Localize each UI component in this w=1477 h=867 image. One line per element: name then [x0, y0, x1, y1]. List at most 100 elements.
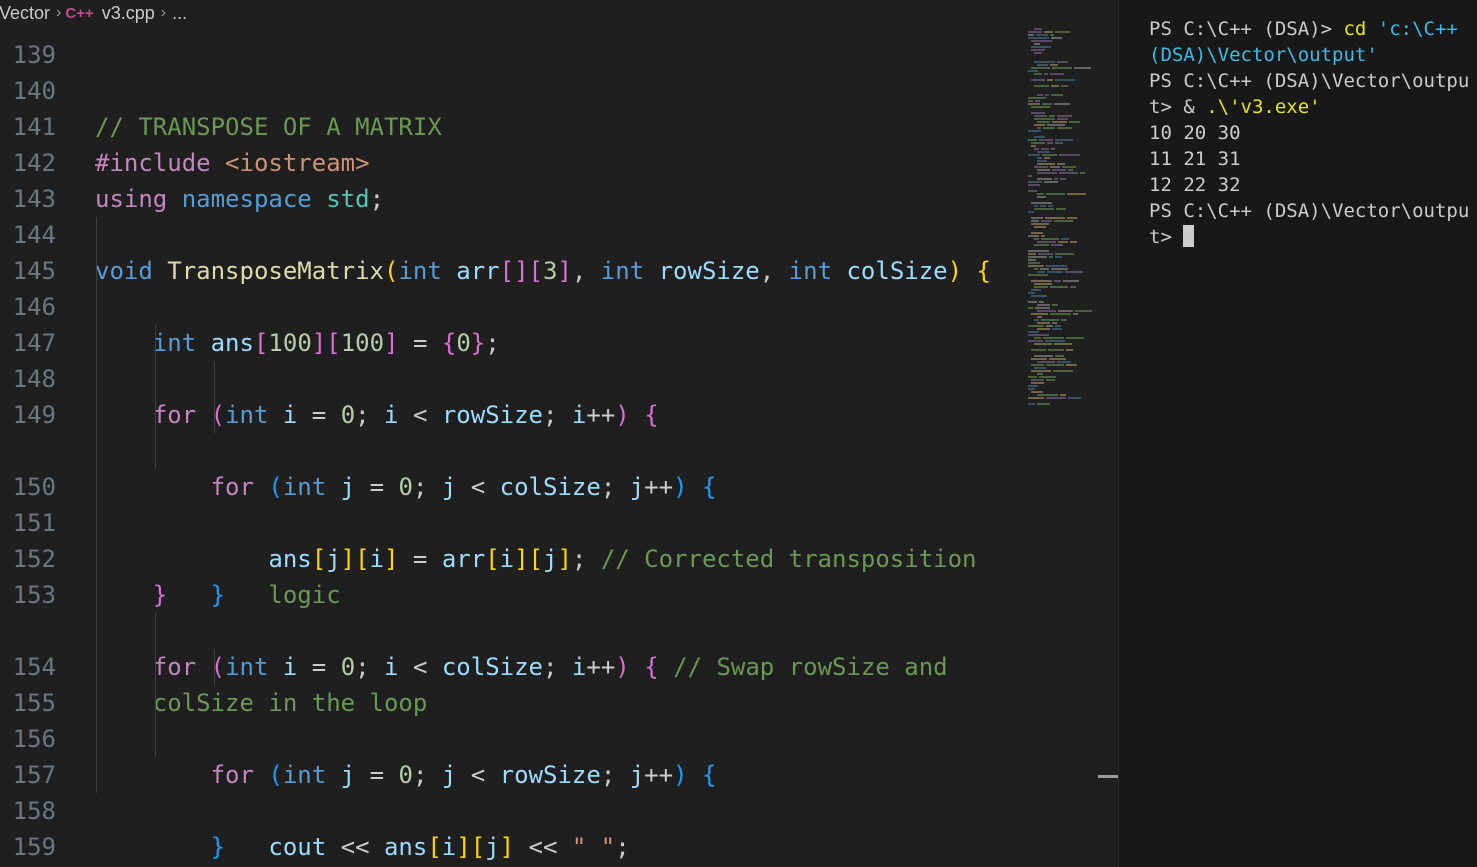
breadcrumb-folder[interactable]: Vector [0, 3, 52, 24]
minimap-stripe [1028, 184, 1040, 186]
minimap-stripe [1039, 139, 1053, 141]
breadcrumb-file[interactable]: v3.cpp [100, 3, 157, 24]
minimap-stripe [1051, 148, 1055, 150]
minimap-stripe [1049, 256, 1053, 258]
code-lines: 139 140 // TRANSPOSE OF A MATRIX 141 #in… [0, 26, 1020, 865]
minimap-stripe [1052, 304, 1058, 306]
terminal-output-text: 10 20 30 [1149, 122, 1241, 144]
minimap-stripe [1031, 106, 1050, 108]
minimap-stripe [1037, 322, 1050, 324]
minimap-stripe [1028, 376, 1037, 378]
code-line: 160 [0, 829, 1020, 865]
minimap-stripe [1028, 175, 1032, 177]
minimap-stripe [1037, 328, 1050, 330]
minimap-stripe [1028, 100, 1033, 102]
indent-guide [155, 649, 156, 685]
minimap-stripe [1050, 64, 1058, 66]
minimap-stripe [1028, 307, 1033, 309]
minimap-stripe [1044, 73, 1048, 75]
terminal-panel[interactable]: PS C:\C++ (DSA)> cd 'c:\C++ (DSA)\Vector… [1119, 0, 1477, 867]
minimap-stripe [1050, 34, 1054, 36]
indent-guide [155, 433, 156, 469]
minimap-stripe [1028, 331, 1039, 333]
minimap-stripe [1054, 178, 1058, 180]
terminal-output-text: 11 21 31 [1149, 148, 1241, 170]
minimap-stripe [1073, 313, 1078, 315]
minimap-stripe [1059, 172, 1078, 174]
minimap-stripe [1028, 250, 1049, 252]
indent-guide [96, 577, 97, 613]
code-line: 143 [0, 145, 1020, 213]
minimap-stripe [1034, 52, 1042, 54]
terminal-argument: (DSA)\Vector\output' [1149, 44, 1378, 66]
minimap-stripe [1028, 274, 1048, 276]
minimap-stripe [1028, 139, 1037, 141]
minimap-stripe [1044, 31, 1053, 33]
indent-guide [96, 253, 97, 289]
terminal-line: (DSA)\Vector\output' [1149, 42, 1469, 68]
minimap-stripe [1052, 328, 1062, 330]
minimap-stripe [1028, 388, 1035, 390]
minimap-stripe [1068, 397, 1081, 399]
indent-guide [96, 505, 97, 541]
minimap-stripe [1075, 310, 1092, 312]
minimap-stripe [1037, 310, 1056, 312]
minimap-stripe [1031, 217, 1043, 219]
code-line: 139 [0, 26, 1020, 69]
code-line: 146 [0, 253, 1020, 321]
minimap-stripe [1034, 268, 1038, 270]
code-line: 153 for (int i = 0; i < colSize; i++) { … [0, 541, 1020, 681]
code-line: 157 cout << endl; [0, 721, 1020, 789]
minimap-stripe [1057, 61, 1068, 63]
minimap-stripe [1031, 202, 1052, 204]
minimap-stripe [1031, 223, 1049, 225]
terminal-prompt: PS C:\C++ (DSA)\Vector\outpu [1149, 200, 1470, 222]
minimap-stripe [1031, 289, 1041, 291]
minimap-stripe [1037, 241, 1056, 243]
minimap-stripe [1050, 73, 1064, 75]
indent-guide [96, 649, 97, 685]
code-line: 141 #include <iostream> [0, 73, 1020, 177]
minimap-stripe [1057, 361, 1071, 363]
indent-guide [155, 685, 156, 721]
code-line: 152 [0, 505, 1020, 573]
minimap-stripe [1054, 220, 1073, 222]
minimap-stripe [1037, 193, 1044, 195]
minimap-stripe [1034, 118, 1055, 120]
minimap-stripe [1037, 169, 1050, 171]
minimap-stripe [1028, 130, 1041, 132]
minimap-stripe [1061, 238, 1069, 240]
minimap-stripe [1034, 367, 1046, 369]
minimap-stripe [1053, 370, 1073, 372]
minimap-stripe [1042, 103, 1052, 105]
minimap-stripe [1031, 220, 1039, 222]
minimap-stripe [1051, 268, 1068, 270]
minimap-stripe [1037, 316, 1042, 318]
minimap-stripe [1037, 172, 1057, 174]
indent-guide [214, 361, 215, 397]
minimap-stripe [1034, 343, 1052, 345]
minimap-stripe [1034, 208, 1054, 210]
minimap[interactable] [1024, 26, 1100, 406]
minimap-stripe [1057, 163, 1065, 165]
indent-guide [96, 685, 97, 721]
minimap-stripe [1070, 241, 1077, 243]
code-line: 158 } [0, 757, 1020, 825]
minimap-stripe [1047, 124, 1065, 126]
scrollbar-thumb[interactable] [1098, 775, 1118, 778]
minimap-stripe [1045, 217, 1065, 219]
code-line: logic [0, 397, 1020, 609]
minimap-stripe [1046, 379, 1055, 381]
minimap-stripe [1028, 385, 1038, 387]
minimap-stripe [1028, 403, 1035, 405]
minimap-stripe [1035, 307, 1050, 309]
minimap-stripe [1034, 43, 1040, 45]
minimap-stripe [1028, 340, 1043, 342]
minimap-stripe [1050, 166, 1060, 168]
minimap-stripe [1044, 157, 1050, 159]
minimap-stripe [1028, 181, 1042, 183]
code-line: 144 void TransposeMatrix(int arr[][3], i… [0, 181, 1020, 285]
minimap-stripe [1031, 49, 1045, 51]
code-editor[interactable]: 139 140 // TRANSPOSE OF A MATRIX 141 #in… [0, 26, 1020, 867]
breadcrumb-symbol[interactable]: ... [170, 3, 189, 24]
